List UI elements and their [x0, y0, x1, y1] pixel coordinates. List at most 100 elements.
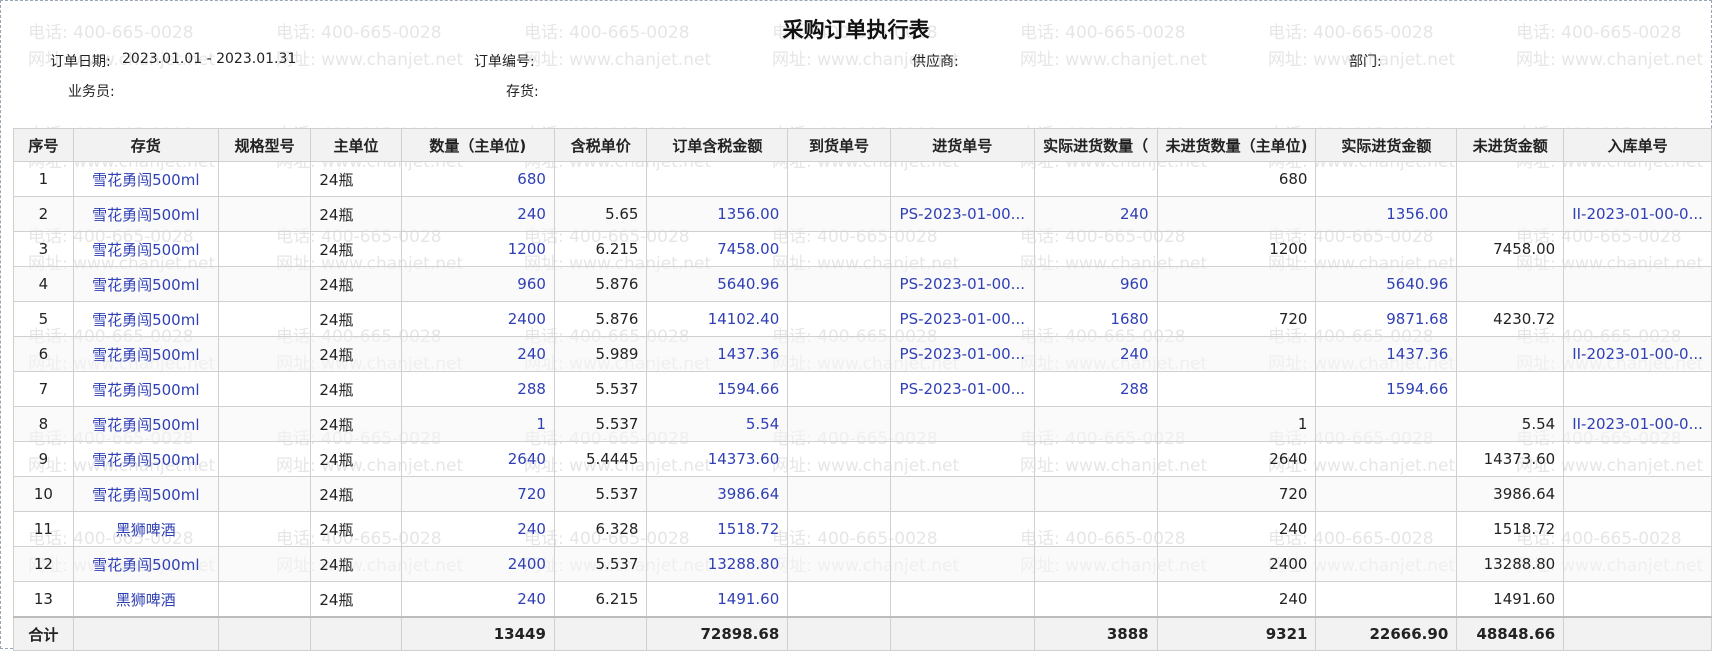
cell-purchase[interactable]	[889, 476, 1035, 512]
cell-qty[interactable]: 1	[400, 406, 555, 442]
cell-actual-qty[interactable]	[1033, 441, 1158, 477]
cell-stockin[interactable]	[1563, 441, 1712, 477]
column-header[interactable]: 序号	[13, 128, 74, 162]
table-row[interactable]: 5 雪花勇闯500ml 24瓶 2400 5.876 14102.40 PS-2023-01…	[13, 301, 1712, 337]
cell-item[interactable]: 黑狮啤酒	[72, 511, 219, 547]
cell-actual-amt[interactable]	[1315, 546, 1458, 582]
order-date-value[interactable]: 2023.01.01 - 2023.01.31	[122, 51, 296, 67]
table-row[interactable]: 3 雪花勇闯500ml 24瓶 1200 6.215 7458.00 1200 7458.00	[13, 231, 1712, 267]
table-row[interactable]: 10 雪花勇闯500ml 24瓶 720 5.537 3986.64 720 3986.64	[13, 476, 1712, 512]
column-header[interactable]: 含税单价	[553, 128, 648, 162]
cell-amount[interactable]: 5.54	[646, 406, 789, 442]
cell-purchase[interactable]	[889, 581, 1035, 618]
cell-actual-amt[interactable]: 9871.68	[1315, 301, 1458, 337]
cell-actual-amt[interactable]	[1315, 161, 1458, 197]
cell-item[interactable]: 雪花勇闯500ml	[72, 336, 219, 372]
cell-purchase[interactable]: PS-2023-01-00...	[889, 266, 1035, 302]
cell-amount[interactable]: 1491.60	[646, 581, 789, 618]
table-row[interactable]: 2 雪花勇闯500ml 24瓶 240 5.65 1356.00 PS-2023-01-00…	[13, 196, 1712, 232]
cell-amount[interactable]: 14373.60	[646, 441, 789, 477]
cell-stockin[interactable]: II-2023-01-00-0...	[1563, 406, 1712, 442]
cell-actual-qty[interactable]	[1033, 581, 1158, 618]
cell-actual-amt[interactable]: 1356.00	[1315, 196, 1458, 232]
cell-stockin[interactable]	[1563, 371, 1712, 407]
cell-amount[interactable]: 7458.00	[646, 231, 789, 267]
column-header[interactable]: 未进货金额	[1456, 128, 1565, 162]
cell-stockin[interactable]	[1563, 511, 1712, 547]
column-header[interactable]: 到货单号	[787, 128, 891, 162]
cell-actual-qty[interactable]: 240	[1033, 336, 1158, 372]
cell-stockin[interactable]	[1563, 581, 1712, 618]
cell-item[interactable]: 雪花勇闯500ml	[72, 371, 219, 407]
column-header[interactable]: 实际进货数量（	[1033, 128, 1158, 162]
cell-actual-amt[interactable]: 5640.96	[1315, 266, 1458, 302]
cell-stockin[interactable]: II-2023-01-00-0...	[1563, 196, 1712, 232]
cell-stockin[interactable]	[1563, 476, 1712, 512]
table-row[interactable]: 7 雪花勇闯500ml 24瓶 288 5.537 1594.66 PS-2023-01-0…	[13, 371, 1712, 407]
cell-amount[interactable]	[646, 161, 789, 197]
cell-qty[interactable]: 2400	[400, 301, 555, 337]
cell-actual-qty[interactable]: 960	[1033, 266, 1158, 302]
cell-item[interactable]: 雪花勇闯500ml	[72, 441, 219, 477]
cell-actual-amt[interactable]: 1437.36	[1315, 336, 1458, 372]
cell-item[interactable]: 雪花勇闯500ml	[72, 196, 219, 232]
cell-actual-qty[interactable]	[1033, 406, 1158, 442]
cell-purchase[interactable]: PS-2023-01-00...	[889, 371, 1035, 407]
cell-item[interactable]: 雪花勇闯500ml	[72, 546, 219, 582]
table-row[interactable]: 4 雪花勇闯500ml 24瓶 960 5.876 5640.96 PS-2023-01-0…	[13, 266, 1712, 302]
column-header[interactable]: 入库单号	[1563, 128, 1712, 162]
cell-qty[interactable]: 240	[400, 581, 555, 618]
column-header[interactable]: 订单含税金额	[646, 128, 789, 162]
cell-actual-qty[interactable]: 1680	[1033, 301, 1158, 337]
cell-qty[interactable]: 1200	[400, 231, 555, 267]
table-row[interactable]: 11 黑狮啤酒 24瓶 240 6.328 1518.72 240 1518.72	[13, 511, 1712, 547]
cell-amount[interactable]: 3986.64	[646, 476, 789, 512]
column-header[interactable]: 进货单号	[889, 128, 1035, 162]
cell-actual-amt[interactable]	[1315, 581, 1458, 618]
cell-stockin[interactable]	[1563, 546, 1712, 582]
cell-amount[interactable]: 1356.00	[646, 196, 789, 232]
cell-item[interactable]: 雪花勇闯500ml	[72, 301, 219, 337]
cell-qty[interactable]: 240	[400, 511, 555, 547]
cell-amount[interactable]: 1594.66	[646, 371, 789, 407]
cell-actual-amt[interactable]	[1315, 231, 1458, 267]
cell-stockin[interactable]	[1563, 231, 1712, 267]
cell-purchase[interactable]: PS-2023-01-00...	[889, 336, 1035, 372]
cell-stockin[interactable]	[1563, 266, 1712, 302]
table-row[interactable]: 1 雪花勇闯500ml 24瓶 680 680	[13, 161, 1712, 197]
cell-actual-qty[interactable]	[1033, 161, 1158, 197]
column-header[interactable]: 主单位	[310, 128, 402, 162]
cell-qty[interactable]: 240	[400, 196, 555, 232]
cell-purchase[interactable]	[889, 546, 1035, 582]
cell-purchase[interactable]	[889, 511, 1035, 547]
cell-item[interactable]: 雪花勇闯500ml	[72, 231, 219, 267]
cell-actual-amt[interactable]	[1315, 441, 1458, 477]
cell-actual-qty[interactable]	[1033, 231, 1158, 267]
column-header[interactable]: 未进货数量（主单位)	[1156, 128, 1317, 162]
cell-purchase[interactable]: PS-2023-01-00...	[889, 196, 1035, 232]
column-header[interactable]: 数量（主单位)	[400, 128, 555, 162]
cell-item[interactable]: 雪花勇闯500ml	[72, 266, 219, 302]
table-row[interactable]: 8 雪花勇闯500ml 24瓶 1 5.537 5.54 1 5.54 II-2023-01-0…	[13, 406, 1712, 442]
cell-actual-qty[interactable]: 288	[1033, 371, 1158, 407]
cell-stockin[interactable]	[1563, 301, 1712, 337]
cell-actual-qty[interactable]	[1033, 511, 1158, 547]
cell-purchase[interactable]	[889, 161, 1035, 197]
cell-purchase[interactable]	[889, 441, 1035, 477]
cell-qty[interactable]: 720	[400, 476, 555, 512]
cell-amount[interactable]: 13288.80	[646, 546, 789, 582]
cell-actual-qty[interactable]	[1033, 546, 1158, 582]
cell-stockin[interactable]: II-2023-01-00-0...	[1563, 336, 1712, 372]
table-row[interactable]: 12 雪花勇闯500ml 24瓶 2400 5.537 13288.80 2400 13288…	[13, 546, 1712, 582]
cell-actual-qty[interactable]	[1033, 476, 1158, 512]
cell-qty[interactable]: 680	[400, 161, 555, 197]
cell-actual-amt[interactable]	[1315, 511, 1458, 547]
cell-item[interactable]: 黑狮啤酒	[72, 581, 219, 618]
cell-purchase[interactable]: PS-2023-01-00...	[889, 301, 1035, 337]
cell-actual-qty[interactable]: 240	[1033, 196, 1158, 232]
cell-purchase[interactable]	[889, 406, 1035, 442]
cell-item[interactable]: 雪花勇闯500ml	[72, 476, 219, 512]
cell-qty[interactable]: 240	[400, 336, 555, 372]
table-row[interactable]: 13 黑狮啤酒 24瓶 240 6.215 1491.60 240 1491.60	[13, 581, 1712, 618]
cell-purchase[interactable]	[889, 231, 1035, 267]
